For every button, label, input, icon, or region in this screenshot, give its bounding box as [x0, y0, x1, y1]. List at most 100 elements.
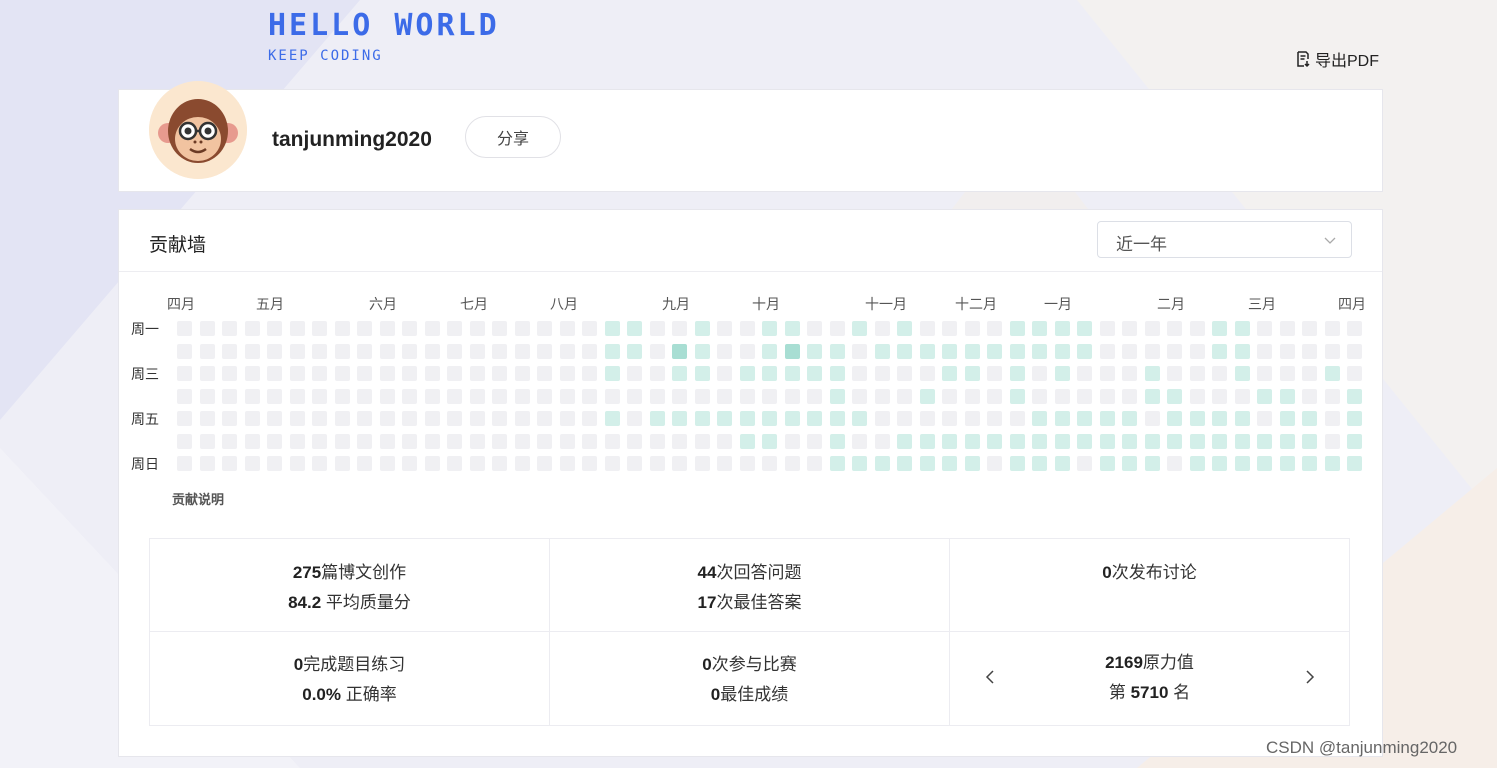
heatmap-cell[interactable] — [1347, 411, 1362, 426]
heatmap-cell[interactable] — [717, 344, 732, 359]
heatmap-cell[interactable] — [335, 411, 350, 426]
heatmap-cell[interactable] — [852, 344, 867, 359]
heatmap-cell[interactable] — [695, 321, 710, 336]
heatmap-cell[interactable] — [447, 389, 462, 404]
heatmap-cell[interactable] — [650, 411, 665, 426]
heatmap-cell[interactable] — [177, 321, 192, 336]
heatmap-cell[interactable] — [672, 434, 687, 449]
heatmap-cell[interactable] — [425, 344, 440, 359]
heatmap-cell[interactable] — [357, 389, 372, 404]
heatmap-cell[interactable] — [290, 411, 305, 426]
heatmap-cell[interactable] — [672, 344, 687, 359]
heatmap-cell[interactable] — [740, 456, 755, 471]
heatmap-cell[interactable] — [245, 366, 260, 381]
heatmap-cell[interactable] — [1145, 321, 1160, 336]
heatmap-cell[interactable] — [402, 321, 417, 336]
heatmap-cell[interactable] — [920, 411, 935, 426]
heatmap-cell[interactable] — [740, 434, 755, 449]
heatmap-cell[interactable] — [222, 434, 237, 449]
heatmap-cell[interactable] — [965, 411, 980, 426]
heatmap-cell[interactable] — [695, 434, 710, 449]
heatmap-cell[interactable] — [672, 389, 687, 404]
heatmap-cell[interactable] — [537, 456, 552, 471]
heatmap-cell[interactable] — [1235, 411, 1250, 426]
heatmap-cell[interactable] — [1235, 389, 1250, 404]
heatmap-cell[interactable] — [1257, 411, 1272, 426]
heatmap-cell[interactable] — [425, 321, 440, 336]
heatmap-cell[interactable] — [785, 321, 800, 336]
heatmap-cell[interactable] — [852, 366, 867, 381]
heatmap-cell[interactable] — [762, 321, 777, 336]
heatmap-cell[interactable] — [807, 366, 822, 381]
heatmap-cell[interactable] — [942, 389, 957, 404]
heatmap-cell[interactable] — [987, 366, 1002, 381]
heatmap-cell[interactable] — [582, 366, 597, 381]
heatmap-cell[interactable] — [1280, 344, 1295, 359]
heatmap-cell[interactable] — [1077, 344, 1092, 359]
heatmap-cell[interactable] — [425, 389, 440, 404]
heatmap-cell[interactable] — [267, 366, 282, 381]
heatmap-cell[interactable] — [875, 344, 890, 359]
heatmap-cell[interactable] — [312, 456, 327, 471]
heatmap-cell[interactable] — [537, 321, 552, 336]
heatmap-cell[interactable] — [875, 321, 890, 336]
heatmap-cell[interactable] — [897, 344, 912, 359]
heatmap-cell[interactable] — [1325, 321, 1340, 336]
heatmap-cell[interactable] — [920, 389, 935, 404]
heatmap-cell[interactable] — [357, 456, 372, 471]
heatmap-cell[interactable] — [312, 389, 327, 404]
heatmap-cell[interactable] — [425, 434, 440, 449]
heatmap-cell[interactable] — [357, 434, 372, 449]
heatmap-cell[interactable] — [1100, 344, 1115, 359]
heatmap-cell[interactable] — [335, 434, 350, 449]
heatmap-cell[interactable] — [1257, 344, 1272, 359]
heatmap-cell[interactable] — [380, 411, 395, 426]
heatmap-cell[interactable] — [515, 321, 530, 336]
heatmap-cell[interactable] — [537, 366, 552, 381]
heatmap-cell[interactable] — [492, 366, 507, 381]
heatmap-cell[interactable] — [1235, 434, 1250, 449]
heatmap-cell[interactable] — [695, 344, 710, 359]
heatmap-cell[interactable] — [897, 389, 912, 404]
heatmap-cell[interactable] — [987, 456, 1002, 471]
heatmap-cell[interactable] — [380, 366, 395, 381]
heatmap-cell[interactable] — [807, 411, 822, 426]
heatmap-cell[interactable] — [830, 344, 845, 359]
heatmap-cell[interactable] — [290, 344, 305, 359]
heatmap-cell[interactable] — [470, 344, 485, 359]
heatmap-cell[interactable] — [1010, 411, 1025, 426]
heatmap-cell[interactable] — [245, 344, 260, 359]
heatmap-cell[interactable] — [717, 456, 732, 471]
heatmap-cell[interactable] — [920, 456, 935, 471]
heatmap-cell[interactable] — [672, 456, 687, 471]
heatmap-cell[interactable] — [357, 344, 372, 359]
heatmap-cell[interactable] — [582, 456, 597, 471]
heatmap-cell[interactable] — [1212, 434, 1227, 449]
heatmap-cell[interactable] — [515, 366, 530, 381]
heatmap-cell[interactable] — [335, 344, 350, 359]
heatmap-cell[interactable] — [470, 411, 485, 426]
heatmap-cell[interactable] — [762, 434, 777, 449]
heatmap-cell[interactable] — [605, 456, 620, 471]
heatmap-cell[interactable] — [740, 321, 755, 336]
heatmap-cell[interactable] — [335, 321, 350, 336]
heatmap-cell[interactable] — [380, 389, 395, 404]
heatmap-cell[interactable] — [335, 389, 350, 404]
heatmap-cell[interactable] — [1077, 411, 1092, 426]
heatmap-cell[interactable] — [627, 434, 642, 449]
heatmap-cell[interactable] — [1167, 389, 1182, 404]
heatmap-cell[interactable] — [1145, 434, 1160, 449]
heatmap-cell[interactable] — [1167, 456, 1182, 471]
heatmap-cell[interactable] — [605, 411, 620, 426]
heatmap-cell[interactable] — [492, 344, 507, 359]
heatmap-cell[interactable] — [1167, 344, 1182, 359]
heatmap-cell[interactable] — [1167, 411, 1182, 426]
heatmap-cell[interactable] — [222, 456, 237, 471]
heatmap-cell[interactable] — [1032, 321, 1047, 336]
heatmap-cell[interactable] — [470, 321, 485, 336]
heatmap-cell[interactable] — [222, 366, 237, 381]
heatmap-cell[interactable] — [312, 434, 327, 449]
heatmap-cell[interactable] — [357, 366, 372, 381]
heatmap-cell[interactable] — [515, 456, 530, 471]
heatmap-cell[interactable] — [1032, 366, 1047, 381]
